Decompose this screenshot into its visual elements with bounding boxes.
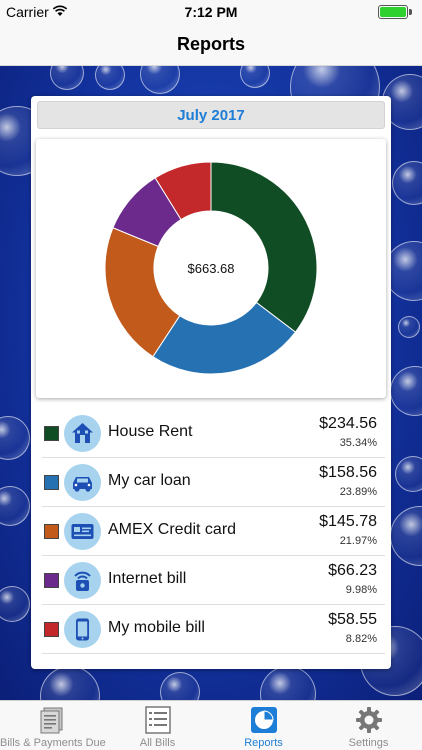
bill-list: House Rent $234.56 35.34% My car loan $1… <box>42 409 385 654</box>
pie-chart-icon <box>251 707 277 733</box>
bill-name: My mobile bill <box>108 619 205 636</box>
color-swatch <box>44 573 59 588</box>
bill-amount: $145.78 <box>319 513 377 530</box>
clock-time: 7:12 PM <box>184 4 238 20</box>
house-icon <box>64 415 101 452</box>
bill-amount: $234.56 <box>319 415 377 432</box>
bill-percent: 21.97% <box>339 535 377 547</box>
mobile-phone-icon <box>64 611 101 648</box>
gear-icon <box>356 707 382 733</box>
bill-amount: $58.55 <box>328 611 377 628</box>
bill-name: Internet bill <box>108 570 187 587</box>
bill-percent: 8.82% <box>345 633 377 645</box>
wifi-router-icon <box>64 562 101 599</box>
report-card: July 2017 $663.68 House Rent $234.56 35.… <box>31 96 391 669</box>
list-item[interactable]: My car loan $158.56 23.89% <box>42 458 385 507</box>
car-icon <box>64 464 101 501</box>
bill-percent: 9.98% <box>345 584 377 596</box>
tab-settings[interactable]: Settings <box>316 701 421 750</box>
list-icon <box>145 706 171 734</box>
tab-bar: Bills & Payments Due All Bills Reports S… <box>0 700 422 750</box>
bill-amount: $158.56 <box>319 464 377 481</box>
status-bar: Carrier 7:12 PM <box>0 0 422 24</box>
list-item[interactable]: House Rent $234.56 35.34% <box>42 409 385 458</box>
page-title: Reports <box>176 34 245 54</box>
list-item[interactable]: Internet bill $66.23 9.98% <box>42 556 385 605</box>
battery-icon <box>378 5 414 19</box>
bill-amount: $66.23 <box>328 562 377 579</box>
bills-stack-icon <box>40 707 63 734</box>
list-item[interactable]: AMEX Credit card $145.78 21.97% <box>42 507 385 556</box>
tab-label: All Bills <box>139 737 176 749</box>
month-selector[interactable]: July 2017 <box>37 101 385 129</box>
nav-bar: Reports <box>0 24 422 66</box>
color-swatch <box>44 524 59 539</box>
tab-label: Settings <box>348 737 389 749</box>
bill-percent: 35.34% <box>339 437 377 449</box>
tab-label: Bills & Payments Due <box>0 737 106 749</box>
credit-card-icon <box>64 513 101 550</box>
tab-bills-payments-due[interactable]: Bills & Payments Due <box>0 701 106 750</box>
tab-all-bills[interactable]: All Bills <box>105 701 210 750</box>
tab-reports[interactable]: Reports <box>211 701 316 750</box>
bill-name: My car loan <box>108 472 191 489</box>
donut-chart: $663.68 <box>36 139 386 398</box>
list-item[interactable]: My mobile bill $58.55 8.82% <box>42 605 385 654</box>
color-swatch <box>44 475 59 490</box>
color-swatch <box>44 426 59 441</box>
color-swatch <box>44 622 59 637</box>
bill-name: AMEX Credit card <box>108 521 237 538</box>
chart-center-total: $663.68 <box>187 261 235 276</box>
bill-percent: 23.89% <box>339 486 377 498</box>
tab-label: Reports <box>244 737 283 749</box>
bill-name: House Rent <box>108 423 193 440</box>
